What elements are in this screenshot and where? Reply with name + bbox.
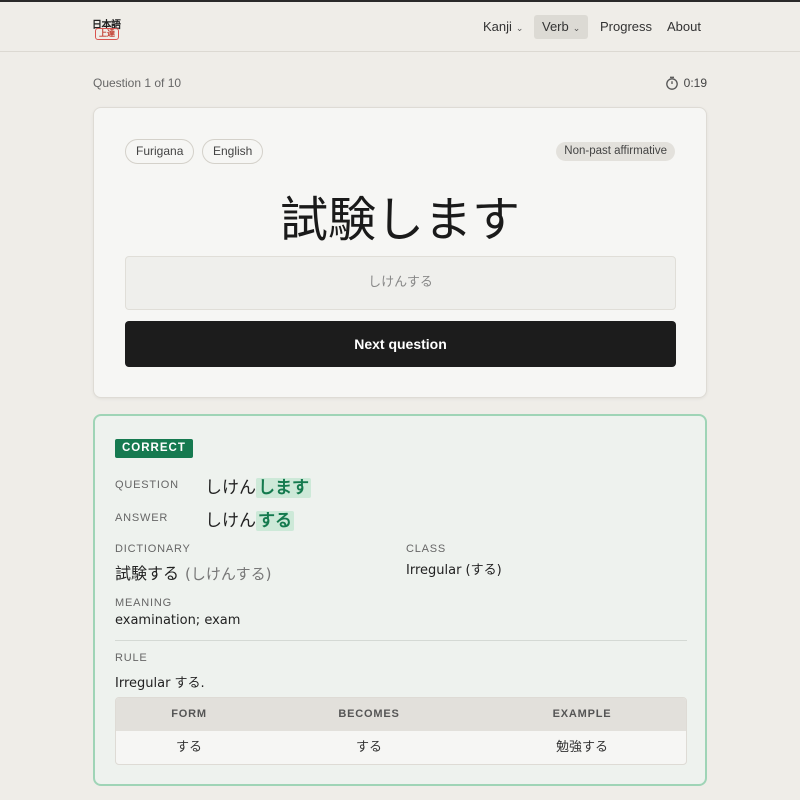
header-becomes: BECOMES xyxy=(338,708,400,720)
form-badge: Non-past affirmative xyxy=(556,142,675,161)
answer-label: ANSWER xyxy=(115,512,169,524)
answer-conjugation: しけん する xyxy=(205,506,294,531)
question-conjugation: しけん します xyxy=(205,473,311,498)
conjugation-table: FORM BECOMES EXAMPLE する する 勉強する xyxy=(115,697,687,765)
nav-kanji-label: Kanji xyxy=(483,19,512,34)
status-badge: CORRECT xyxy=(115,439,193,458)
question-card: Furigana English Non-past affirmative 試験… xyxy=(93,107,707,398)
question-counter: Question 1 of 10 xyxy=(93,76,182,90)
answer-ending: する xyxy=(256,511,294,531)
chevron-down-icon: ⌄ xyxy=(515,23,524,33)
rule-label: RULE xyxy=(115,652,148,664)
logo-text-bottom: 上達 xyxy=(95,28,119,40)
result-panel: CORRECT QUESTION しけん します ANSWER しけん する DIC… xyxy=(93,414,707,786)
cell-example: 勉強する xyxy=(555,740,608,755)
header-form: FORM xyxy=(171,708,207,720)
question-stem: しけん xyxy=(205,478,256,498)
dictionary-form: 試験する (しけんする) xyxy=(115,560,271,584)
furigana-toggle[interactable]: Furigana xyxy=(125,139,195,164)
quiz-timer: 0:19 xyxy=(665,76,707,90)
table-row: する する 勉強する xyxy=(116,731,686,764)
class-value: Irregular (する) xyxy=(406,563,502,578)
nav-kanji-menu[interactable]: Kanji ⌄ xyxy=(475,15,531,39)
nav-progress-link[interactable]: Progress xyxy=(592,15,660,39)
nav-verb-menu[interactable]: Verb ⌄ xyxy=(534,15,589,39)
next-question-button[interactable]: Next question xyxy=(125,321,676,367)
meaning-label: MEANING xyxy=(115,597,172,609)
top-nav: 日本語 上達 Kanji ⌄ Verb ⌄ Progress About xyxy=(0,2,800,52)
cell-becomes: する xyxy=(355,740,382,755)
english-toggle[interactable]: English xyxy=(202,139,264,164)
answer-input[interactable]: しけんする xyxy=(125,256,676,310)
dictionary-reading: (しけんする) xyxy=(185,565,272,583)
question-label: QUESTION xyxy=(115,479,179,491)
stopwatch-icon xyxy=(665,76,678,90)
divider xyxy=(115,640,687,641)
class-label: CLASS xyxy=(406,543,447,555)
dictionary-word: 試験する xyxy=(115,564,180,583)
header-example: EXAMPLE xyxy=(552,708,612,720)
question-prompt: 試験します xyxy=(279,192,520,248)
chevron-down-icon: ⌄ xyxy=(572,23,581,33)
nav-verb-label: Verb xyxy=(542,19,569,34)
app-logo[interactable]: 日本語 上達 xyxy=(92,14,122,42)
timer-value: 0:19 xyxy=(683,76,707,90)
meaning-value: examination; exam xyxy=(115,613,241,628)
dictionary-label: DICTIONARY xyxy=(115,543,191,555)
rule-value: Irregular する. xyxy=(115,676,205,691)
answer-stem: しけん xyxy=(205,511,256,531)
cell-form: する xyxy=(175,740,202,755)
question-ending: します xyxy=(256,478,311,498)
nav-about-link[interactable]: About xyxy=(659,15,709,39)
table-header: FORM BECOMES EXAMPLE xyxy=(116,698,686,731)
